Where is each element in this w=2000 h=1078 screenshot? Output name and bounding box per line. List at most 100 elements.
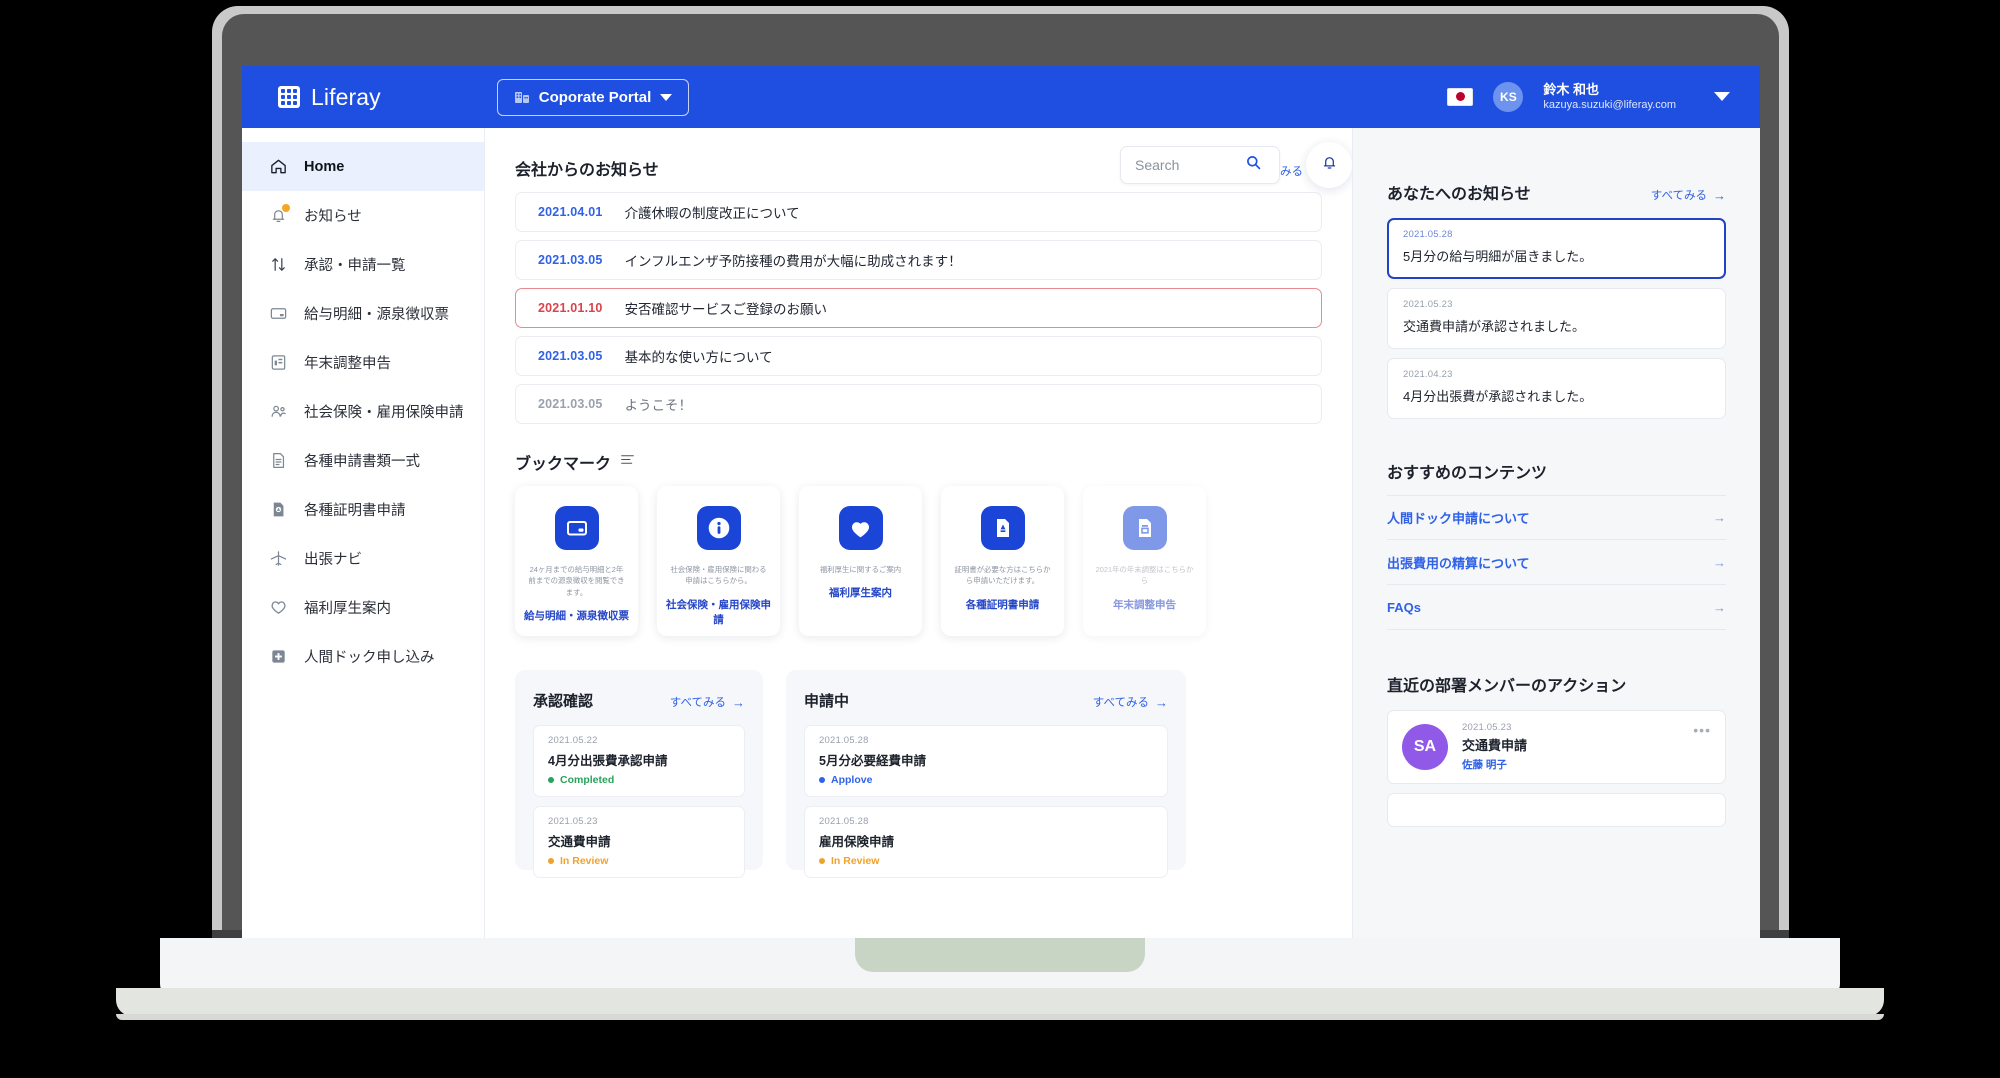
notice-message: 交通費申請が承認されました。	[1403, 319, 1586, 334]
list-settings-icon[interactable]	[620, 452, 635, 472]
user-menu-chevron-down-icon[interactable]	[1714, 92, 1730, 102]
status-dot-icon	[548, 858, 554, 864]
notice-card[interactable]: 2021.05.23 交通費申請が承認されました。	[1387, 288, 1726, 349]
announcement-row[interactable]: 2021.04.01 介護休暇の制度改正について	[515, 192, 1322, 232]
sidebar-item-label: 福利厚生案内	[304, 601, 391, 617]
approval-panel: 承認確認 すべてみる → 2021.05.22 4月分出張費承認申請 Compl…	[515, 670, 763, 878]
applying-item-list: 2021.05.28 5月分必要経費申請 Applove 2021.05.28 …	[804, 725, 1168, 878]
notice-message: 4月分出張費が承認されました。	[1403, 389, 1593, 404]
list-item[interactable]: 2021.05.22 4月分出張費承認申請 Completed	[533, 725, 745, 797]
notifications-button[interactable]	[1306, 142, 1352, 188]
sidebar-item-payslip[interactable]: 給与明細・源泉徴収票	[242, 289, 484, 338]
announcement-text: ようこそ！	[624, 398, 693, 413]
status-dot-icon	[819, 777, 825, 783]
announcement-row-alert[interactable]: 2021.01.10 安否確認サービスご登録のお願い	[515, 288, 1322, 328]
people-icon	[269, 402, 288, 421]
sidebar-item-label: 各種証明書申請	[304, 503, 406, 519]
sidebar-item-notices[interactable]: お知らせ	[242, 191, 484, 240]
sidebar-item-insurance[interactable]: 社会保険・雇用保険申請	[242, 387, 484, 436]
search-input[interactable]	[1135, 157, 1245, 173]
notice-card-selected[interactable]: 2021.05.28 5月分の給与明細が届きました。	[1387, 218, 1726, 279]
announcement-row[interactable]: 2021.03.05 インフルエンザ予防接種の費用が大幅に助成されます！	[515, 240, 1322, 280]
personal-notices-header: あなたへのお知らせ すべてみる →	[1387, 180, 1726, 204]
team-actions-title: 直近の部署メンバーのアクション	[1387, 678, 1627, 695]
bookmark-card[interactable]: 社会保険・雇用保険に関わる申請はこちらから。 社会保険・雇用保険申請	[657, 486, 780, 636]
recommended-content-title: おすすめのコンテンツ	[1387, 465, 1548, 482]
announcement-row[interactable]: 2021.03.05 基本的な使い方について	[515, 336, 1322, 376]
sidebar-item-label: 給与明細・源泉徴収票	[304, 307, 449, 323]
arrows-updown-icon	[269, 255, 288, 274]
user-info[interactable]: 鈴木 和也 kazuya.suzuki@liferay.com	[1543, 81, 1676, 113]
recommended-label: 出張費用の精算について	[1387, 555, 1530, 571]
bookmark-label: 福利厚生案内	[829, 587, 892, 600]
avatar[interactable]: KS	[1493, 81, 1524, 112]
status-dot-icon	[548, 777, 554, 783]
list-item[interactable]: FAQs →	[1387, 585, 1726, 630]
list-item[interactable]: 2021.05.28 雇用保険申請 In Review	[804, 806, 1168, 878]
list-item[interactable]: SA 2021.05.23 交通費申請 佐藤 明子 •••	[1387, 710, 1726, 784]
item-name: 交通費申請	[548, 835, 611, 849]
sidebar-item-label: 年末調整申告	[304, 356, 391, 372]
action-person: 佐藤 明子	[1462, 759, 1507, 771]
list-item[interactable]: 2021.05.23 交通費申請 In Review	[533, 806, 745, 878]
recommended-label: FAQs	[1387, 599, 1421, 615]
screen: Liferay Coporate Portal KS 鈴木 和也 kazuya.…	[242, 66, 1760, 938]
announcement-row[interactable]: 2021.03.05 ようこそ！	[515, 384, 1322, 424]
status-label: In Review	[831, 855, 880, 867]
liferay-logo-icon	[278, 86, 300, 108]
search-box[interactable]	[1120, 146, 1280, 184]
bookmark-description: 福利厚生に関するご案内	[819, 565, 902, 574]
sidebar-item-forms[interactable]: 各種申請書類一式	[242, 436, 484, 485]
bookmark-description: 2021年の年末調整はこちらから	[1095, 565, 1194, 586]
sidebar-item-medical-checkup[interactable]: 人間ドック申し込み	[242, 632, 484, 681]
notification-badge	[282, 204, 290, 212]
list-item[interactable]	[1387, 793, 1726, 827]
bookmark-card[interactable]: 2021年の年末調整はこちらから 年末調整申告	[1083, 486, 1206, 636]
arrow-right-icon: →	[1155, 694, 1168, 710]
user-name: 鈴木 和也	[1543, 81, 1599, 97]
bookmark-card[interactable]: 福利厚生に関するご案内 福利厚生案内	[799, 486, 922, 636]
view-all-label: すべてみる	[669, 697, 726, 709]
arrow-right-icon: →	[1713, 510, 1726, 525]
notice-date: 2021.04.23	[1403, 369, 1453, 380]
status-badge: Applove	[819, 774, 1153, 786]
bell-icon	[1320, 153, 1339, 177]
portal-selector-button[interactable]: Coporate Portal	[496, 78, 690, 116]
bell-icon	[269, 204, 290, 225]
status-label: In Review	[560, 855, 609, 867]
announcement-date: 2021.03.05	[538, 349, 603, 363]
notice-card[interactable]: 2021.04.23 4月分出張費が承認されました。	[1387, 358, 1726, 419]
item-name: 5月分必要経費申請	[819, 754, 926, 768]
announcement-date: 2021.01.10	[538, 301, 603, 315]
sidebar-item-benefits[interactable]: 福利厚生案内	[242, 583, 484, 632]
sidebar-item-yearend[interactable]: 年末調整申告	[242, 338, 484, 387]
bookmark-description: 証明書が必要な方はこちらから申請いただけます。	[954, 565, 1051, 586]
personal-notices-view-all-link[interactable]: すべてみる →	[1651, 187, 1726, 203]
sidebar-item-home[interactable]: Home	[242, 142, 484, 191]
sidebar-item-approvals[interactable]: 承認・申請一覧	[242, 240, 484, 289]
sidebar-item-travel[interactable]: 出張ナビ	[242, 534, 484, 583]
bookmark-card[interactable]: 証明書が必要な方はこちらから申請いただけます。 各種証明書申請	[941, 486, 1064, 636]
airplane-icon	[269, 549, 288, 568]
list-item[interactable]: 人間ドック申請について →	[1387, 495, 1726, 540]
top-right-cluster: KS 鈴木 和也 kazuya.suzuki@liferay.com	[1447, 81, 1760, 113]
action-body: 2021.05.23 交通費申請 佐藤 明子	[1462, 722, 1679, 772]
sidebar-item-label: 社会保険・雇用保険申請	[304, 405, 464, 421]
japan-flag-icon[interactable]	[1447, 87, 1474, 106]
more-horizontal-icon[interactable]: •••	[1693, 722, 1711, 738]
certificate-icon	[269, 500, 288, 519]
announcement-text: 基本的な使い方について	[624, 350, 773, 365]
sidebar-item-certificates[interactable]: 各種証明書申請	[242, 485, 484, 534]
bookmark-label: 各種証明書申請	[965, 598, 1040, 611]
arrow-right-icon: →	[732, 694, 745, 710]
list-item[interactable]: 出張費用の精算について →	[1387, 540, 1726, 585]
laptop-frame: Liferay Coporate Portal KS 鈴木 和也 kazuya.…	[0, 0, 2000, 1078]
brand-logo[interactable]: Liferay	[278, 84, 381, 111]
approval-view-all-link[interactable]: すべてみる →	[670, 694, 745, 710]
applying-view-all-link[interactable]: すべてみる →	[1093, 694, 1168, 710]
bookmark-card[interactable]: 24ヶ月までの給与明細と2年前までの源泉徴収を閲覧できます。 給与明細・源泉徴収…	[515, 486, 638, 636]
list-item[interactable]: 2021.05.28 5月分必要経費申請 Applove	[804, 725, 1168, 797]
search-icon[interactable]	[1245, 154, 1262, 176]
arrow-right-icon: →	[1713, 599, 1726, 615]
team-actions-list: SA 2021.05.23 交通費申請 佐藤 明子 •••	[1387, 710, 1726, 827]
